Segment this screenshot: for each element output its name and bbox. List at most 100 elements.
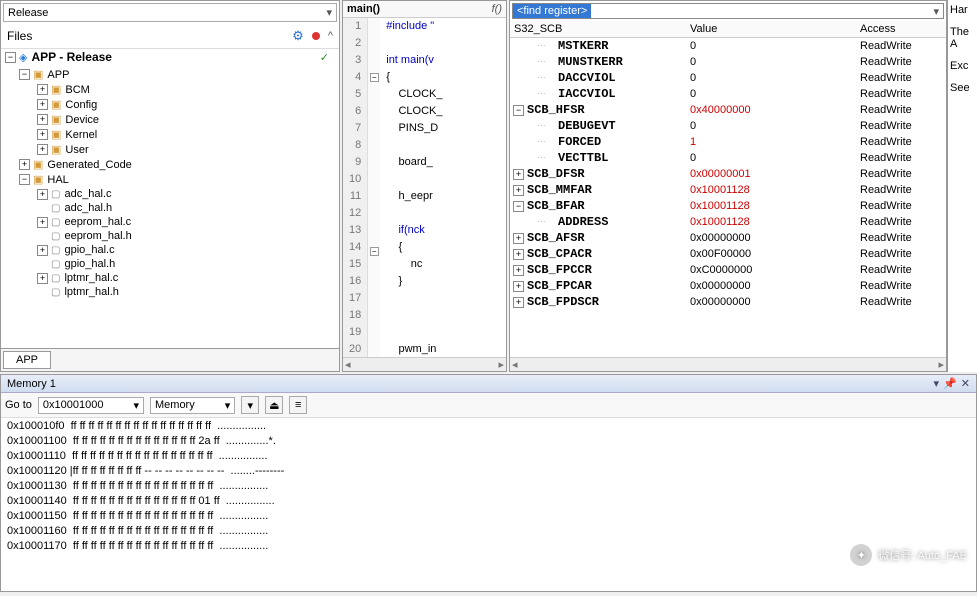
register-row[interactable]: +SCB_FPCAR0x00000000ReadWrite <box>510 278 946 294</box>
file-icon: ▢ <box>51 217 60 228</box>
address-input[interactable]: 0x10001000▾ <box>38 397 144 414</box>
register-value: 0x00000001 <box>690 166 860 182</box>
expander-icon[interactable]: + <box>37 189 48 200</box>
tree-item[interactable]: −▣HAL <box>1 172 339 187</box>
register-access: ReadWrite <box>860 278 946 294</box>
dropdown-button[interactable]: ▾ <box>241 396 259 414</box>
expander-icon[interactable]: + <box>513 233 524 244</box>
expander-icon[interactable]: + <box>37 217 48 228</box>
tree-item[interactable]: −▣APP <box>1 67 339 82</box>
register-row[interactable]: +SCB_DFSR0x00000001ReadWrite <box>510 166 946 182</box>
tool-button-2[interactable]: ≡ <box>289 396 307 414</box>
expander-icon[interactable]: + <box>37 99 48 110</box>
expander-icon[interactable]: − <box>513 105 524 116</box>
editor-title: main() <box>347 3 380 15</box>
register-row[interactable]: ⋯MSTKERR0ReadWrite <box>510 38 946 54</box>
tree-item[interactable]: ▢adc_hal.h <box>1 201 339 215</box>
memory-dump[interactable]: 0x100010f0 ff ff ff ff ff ff ff ff ff ff… <box>1 418 976 591</box>
function-icon[interactable]: f() <box>492 3 502 15</box>
expander-icon[interactable]: + <box>37 273 48 284</box>
register-row[interactable]: ⋯IACCVIOL0ReadWrite <box>510 86 946 102</box>
expander-icon[interactable]: − <box>19 174 30 185</box>
tree-item[interactable]: +▣Config <box>1 97 339 112</box>
expander-icon[interactable]: + <box>513 281 524 292</box>
expander-icon[interactable]: + <box>19 159 30 170</box>
register-row[interactable]: ⋯VECTTBL0ReadWrite <box>510 150 946 166</box>
register-row[interactable]: +SCB_AFSR0x00000000ReadWrite <box>510 230 946 246</box>
tool-button-1[interactable]: ⏏ <box>265 396 283 414</box>
expander-icon[interactable]: + <box>37 129 48 140</box>
register-row[interactable]: ⋯ADDRESS0x10001128ReadWrite <box>510 214 946 230</box>
tree-item[interactable]: +▣User <box>1 142 339 157</box>
record-icon[interactable] <box>312 32 320 40</box>
tree-item[interactable]: +▢gpio_hal.c <box>1 243 339 257</box>
close-icon[interactable]: ✕ <box>961 377 970 390</box>
expander-icon[interactable]: + <box>513 185 524 196</box>
tree-item[interactable]: ▢lptmr_hal.h <box>1 285 339 299</box>
tree-item[interactable]: +▢eeprom_hal.c <box>1 215 339 229</box>
dropdown-icon[interactable]: ▾ <box>934 377 940 390</box>
tree-item[interactable]: +▣Generated_Code <box>1 157 339 172</box>
cube-icon: ◈ <box>19 51 27 64</box>
register-name: MSTKERR <box>558 38 608 54</box>
register-row[interactable]: +SCB_FPDSCR0x00000000ReadWrite <box>510 294 946 310</box>
expander-icon[interactable]: − <box>513 201 524 212</box>
register-access: ReadWrite <box>860 294 946 310</box>
expander-icon[interactable]: + <box>37 114 48 125</box>
register-name: SCB_MMFAR <box>527 182 592 198</box>
register-row[interactable]: ⋯MUNSTKERR0ReadWrite <box>510 54 946 70</box>
tree-item[interactable]: ▢eeprom_hal.h <box>1 229 339 243</box>
tree-item[interactable]: +▣Kernel <box>1 127 339 142</box>
register-row[interactable]: ⋯FORCED1ReadWrite <box>510 134 946 150</box>
code-editor[interactable]: 1234567891011121314151617181920 −− #incl… <box>343 18 506 357</box>
expander-icon[interactable]: + <box>513 249 524 260</box>
register-row[interactable]: −SCB_HFSR0x40000000ReadWrite <box>510 102 946 118</box>
memory-row: 0x100010f0 ff ff ff ff ff ff ff ff ff ff… <box>7 420 970 435</box>
collapse-icon[interactable]: ^ <box>328 30 333 42</box>
gear-icon[interactable]: ⚙ <box>292 28 304 44</box>
register-value: 0 <box>690 38 860 54</box>
file-icon: ▢ <box>51 231 60 242</box>
register-name: MUNSTKERR <box>558 54 623 70</box>
tree-item[interactable]: ▢gpio_hal.h <box>1 257 339 271</box>
expander-icon[interactable]: + <box>37 84 48 95</box>
horizontal-scrollbar[interactable]: ◂▸ <box>343 357 506 371</box>
folder-icon: ▣ <box>51 83 61 96</box>
tree-item[interactable]: +▢adc_hal.c <box>1 187 339 201</box>
register-row[interactable]: ⋯DACCVIOL0ReadWrite <box>510 70 946 86</box>
register-name: SCB_FPCCR <box>527 262 592 278</box>
horizontal-scrollbar[interactable]: ◂▸ <box>510 357 946 371</box>
register-value: 0x40000000 <box>690 102 860 118</box>
tree-item-label: lptmr_hal.c <box>64 272 118 284</box>
tab-app[interactable]: APP <box>3 351 51 369</box>
expander-icon[interactable]: + <box>37 144 48 155</box>
register-row[interactable]: ⋯DEBUGEVT0ReadWrite <box>510 118 946 134</box>
register-list[interactable]: ⋯MSTKERR0ReadWrite⋯MUNSTKERR0ReadWrite⋯D… <box>510 38 946 357</box>
register-value: 0x00000000 <box>690 278 860 294</box>
mode-combo[interactable]: Memory▾ <box>150 397 235 414</box>
find-register-combo[interactable]: <find register> ▾ <box>512 3 944 19</box>
expander-icon[interactable]: − <box>5 52 16 63</box>
register-row[interactable]: +SCB_MMFAR0x10001128ReadWrite <box>510 182 946 198</box>
tree-item[interactable]: +▣ BCM <box>1 82 339 97</box>
tree-item-label: adc_hal.c <box>64 188 111 200</box>
config-combo[interactable]: Release ▾ <box>3 3 337 22</box>
file-icon: ▢ <box>51 245 60 256</box>
register-name: FORCED <box>558 134 601 150</box>
tree-item[interactable]: +▢lptmr_hal.c <box>1 271 339 285</box>
register-row[interactable]: −SCB_BFAR0x10001128ReadWrite <box>510 198 946 214</box>
project-root[interactable]: − ◈ APP - Release ✓ <box>1 49 339 65</box>
expander-icon[interactable]: − <box>19 69 30 80</box>
expander-icon[interactable]: + <box>37 245 48 256</box>
tree-item[interactable]: +▣Device <box>1 112 339 127</box>
register-row[interactable]: +SCB_FPCCR0xC0000000ReadWrite <box>510 262 946 278</box>
expander-icon[interactable]: + <box>513 265 524 276</box>
register-row[interactable]: +SCB_CPACR0x00F00000ReadWrite <box>510 246 946 262</box>
tree-item-label: BCM <box>65 84 89 96</box>
find-register-text: <find register> <box>513 4 591 18</box>
expander-icon[interactable]: + <box>513 297 524 308</box>
register-name: SCB_BFAR <box>527 198 585 214</box>
expander-icon[interactable]: + <box>513 169 524 180</box>
file-tree[interactable]: −▣APP+▣BCM+▣Config+▣Device+▣Kernel+▣User… <box>1 65 339 348</box>
pin-icon[interactable]: 📌 <box>943 377 957 390</box>
